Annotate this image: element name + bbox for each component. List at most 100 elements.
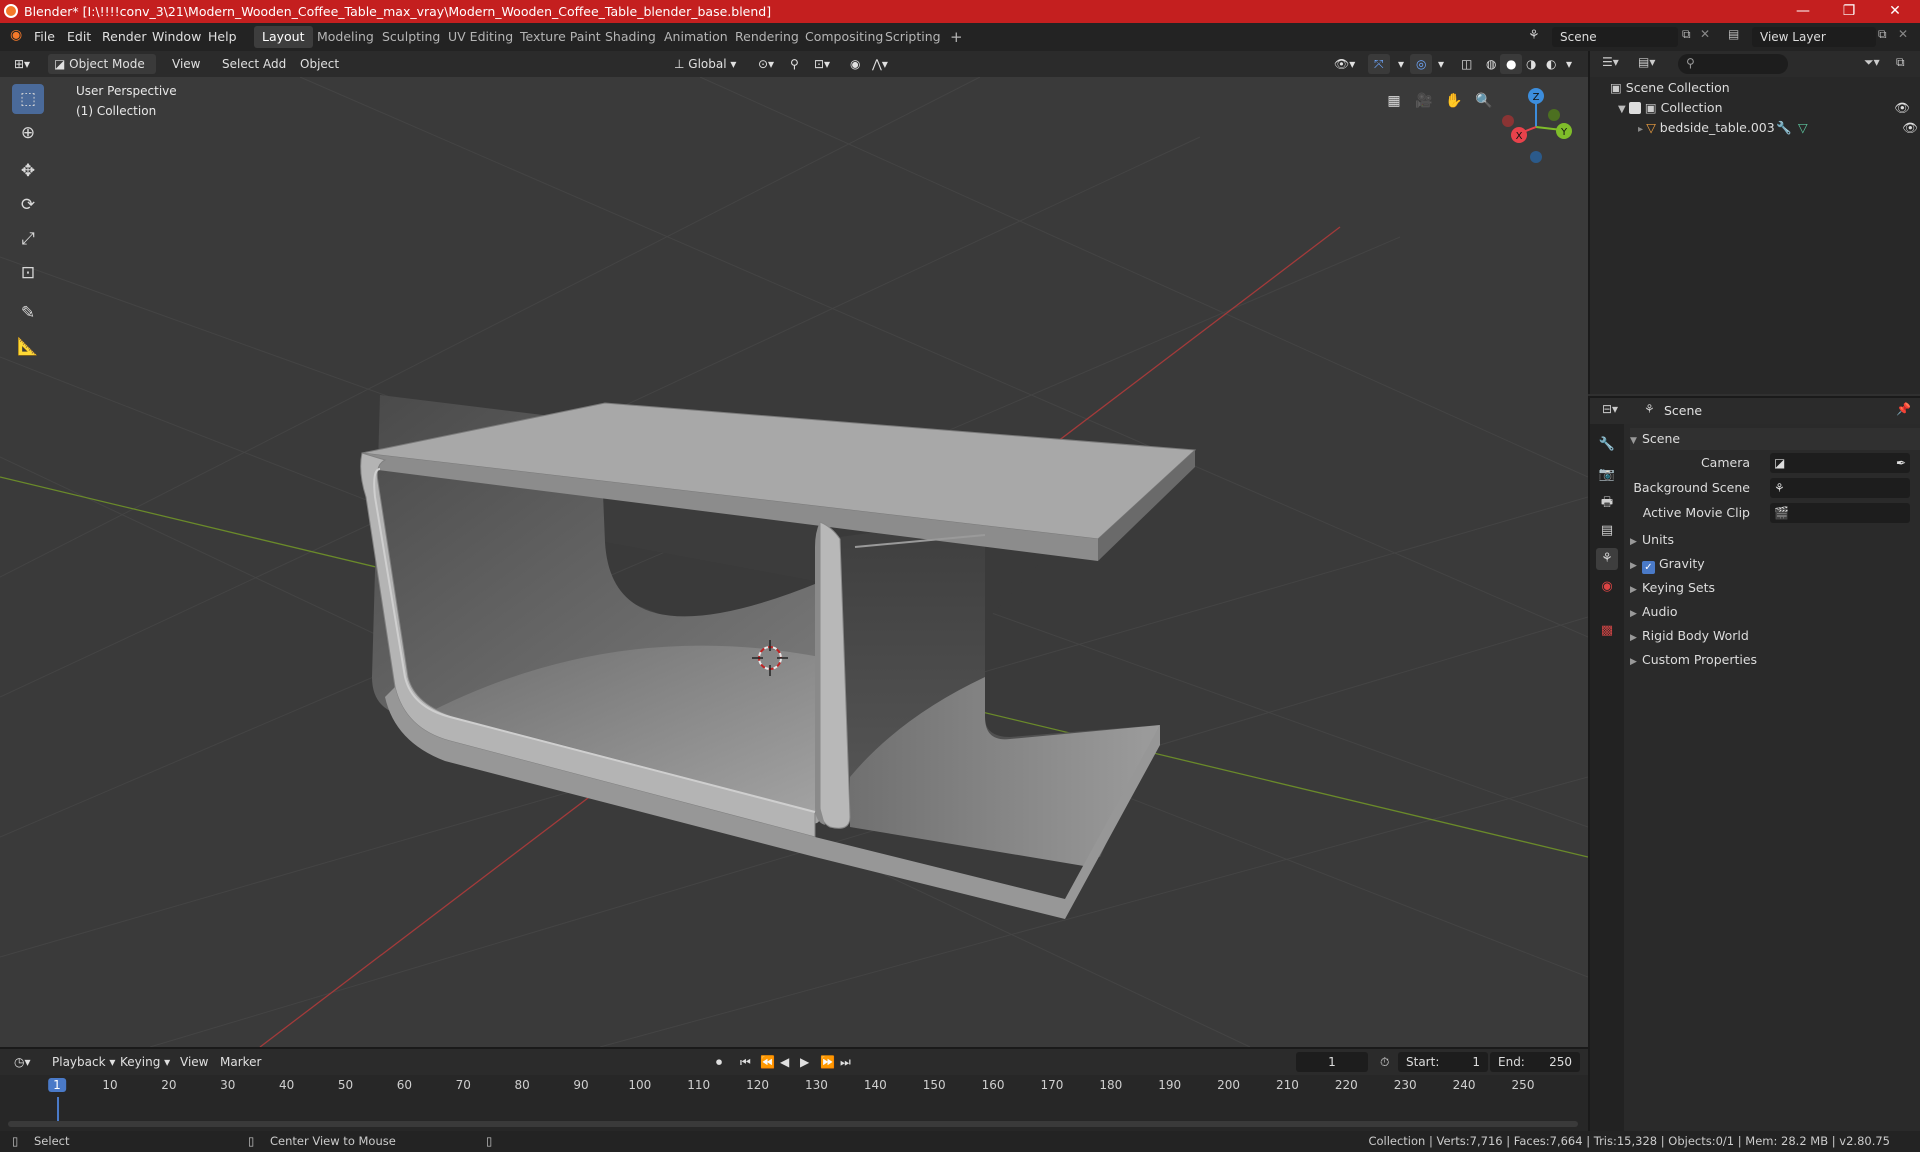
- scene-selector-icon[interactable]: ⚘: [1528, 28, 1540, 43]
- pivot-point-icon[interactable]: ⊙▾: [752, 54, 780, 74]
- visibility-icon[interactable]: 👁▾: [1328, 54, 1361, 74]
- object-visibility-icon[interactable]: 👁: [1902, 117, 1918, 139]
- annotate-tool-icon[interactable]: ✎: [12, 298, 44, 328]
- tab-shading[interactable]: Shading: [597, 26, 664, 48]
- transform-tool-icon[interactable]: ⊡: [12, 258, 44, 288]
- zoom-icon[interactable]: 🔍: [1472, 89, 1496, 113]
- select-box-tool-icon[interactable]: ⬚: [12, 84, 44, 114]
- gravity-section[interactable]: ▶ ✓ Gravity: [1630, 553, 1920, 575]
- keying-sets-section[interactable]: ▶ Keying Sets: [1630, 577, 1920, 599]
- play-reverse-icon[interactable]: ◀: [774, 1052, 795, 1072]
- close-button[interactable]: ✕: [1872, 0, 1918, 23]
- tab-animation[interactable]: Animation: [656, 26, 736, 48]
- rigid-body-world-section[interactable]: ▶ Rigid Body World: [1630, 625, 1920, 647]
- add-menu[interactable]: Add: [257, 54, 292, 74]
- scene-panel-header[interactable]: ▼ Scene: [1630, 428, 1920, 450]
- current-frame-field[interactable]: 1: [1296, 1052, 1368, 1072]
- gizmo-toggle-icon[interactable]: ⤧: [1368, 54, 1390, 74]
- keying-menu[interactable]: Keying ▾: [114, 1052, 176, 1072]
- delete-scene-icon[interactable]: ✕: [1700, 27, 1710, 41]
- new-collection-icon[interactable]: ⧉: [1896, 55, 1905, 70]
- menu-render[interactable]: Render: [102, 29, 147, 44]
- transform-orientation-dropdown[interactable]: ⊥ Global ▾: [668, 54, 742, 74]
- camera-field[interactable]: ◪ ✒: [1770, 453, 1910, 473]
- jump-end-icon[interactable]: ⏭: [834, 1052, 857, 1072]
- grid-view-icon[interactable]: ▦: [1382, 89, 1406, 113]
- pan-hand-icon[interactable]: ✋: [1442, 89, 1466, 113]
- play-icon[interactable]: ▶: [794, 1052, 815, 1072]
- object-menu[interactable]: Object: [294, 54, 345, 74]
- 3d-viewport[interactable]: Z Y X User Perspective (1) Collection ▦ …: [0, 77, 1588, 1047]
- view-layer-tab-icon[interactable]: ▤: [1596, 520, 1618, 542]
- falloff-icon[interactable]: ⋀▾: [866, 54, 894, 74]
- menu-window[interactable]: Window: [152, 29, 201, 44]
- outliner-editor-type-icon[interactable]: ☰▾: [1602, 55, 1619, 69]
- view-layer-field[interactable]: View Layer: [1752, 27, 1876, 47]
- start-frame-field[interactable]: Start: 1: [1398, 1052, 1488, 1072]
- delete-view-layer-icon[interactable]: ✕: [1898, 27, 1908, 41]
- camera-view-icon[interactable]: 🎥: [1412, 89, 1436, 113]
- world-tab-icon[interactable]: ◉: [1596, 576, 1618, 598]
- gravity-checkbox[interactable]: ✓: [1642, 561, 1655, 574]
- marker-menu[interactable]: Marker: [214, 1052, 267, 1072]
- overlays-dropdown-icon[interactable]: ▾: [1432, 54, 1450, 74]
- move-tool-icon[interactable]: ✥: [12, 156, 44, 186]
- tab-sculpting[interactable]: Sculpting: [374, 26, 448, 48]
- tab-scripting[interactable]: Scripting: [877, 26, 949, 48]
- mesh-data-icon[interactable]: ▽: [1798, 117, 1808, 139]
- overlays-toggle-icon[interactable]: ◎: [1410, 54, 1433, 74]
- outliner-item-collection[interactable]: ▼ ▣ Collection 👁: [1618, 97, 1918, 119]
- table-model[interactable]: [360, 395, 1197, 919]
- expand-object-icon[interactable]: ▸: [1638, 124, 1646, 135]
- scene-field[interactable]: Scene: [1552, 27, 1678, 47]
- properties-editor-type-icon[interactable]: ⊟▾: [1602, 402, 1618, 416]
- record-icon[interactable]: ⏺: [710, 1052, 728, 1072]
- scale-tool-icon[interactable]: ⤢: [12, 224, 44, 254]
- editor-type-icon[interactable]: ⊞▾: [8, 54, 36, 74]
- timeline-view-menu[interactable]: View: [174, 1052, 214, 1072]
- minimize-button[interactable]: —: [1780, 0, 1826, 23]
- timeline-editor-type-icon[interactable]: ◷▾: [8, 1052, 37, 1072]
- render-tab-icon[interactable]: 📷: [1596, 464, 1618, 486]
- proportional-edit-icon[interactable]: ◉: [844, 54, 866, 74]
- tool-tab-icon[interactable]: 🔧: [1596, 434, 1618, 456]
- snap-icon[interactable]: ⚲: [784, 54, 805, 74]
- menu-help[interactable]: Help: [208, 29, 237, 44]
- gizmo-dropdown-icon[interactable]: ▾: [1392, 54, 1410, 74]
- maximize-button[interactable]: ❐: [1826, 0, 1872, 23]
- audio-section[interactable]: ▶ Audio: [1630, 601, 1920, 623]
- outliner-item-scene-collection[interactable]: ▣ Scene Collection: [1610, 77, 1730, 99]
- eyedropper-icon[interactable]: ✒: [1896, 453, 1906, 473]
- background-scene-field[interactable]: ⚘: [1770, 478, 1910, 498]
- rotate-tool-icon[interactable]: ⟳: [12, 190, 44, 220]
- mode-dropdown[interactable]: ◪ Object Mode ▾: [48, 54, 156, 91]
- view-layer-icon[interactable]: ▤: [1728, 27, 1739, 41]
- active-movie-clip-field[interactable]: 🎬: [1770, 503, 1910, 523]
- xray-icon[interactable]: ◫: [1455, 54, 1478, 74]
- collection-checkbox-icon[interactable]: [1628, 102, 1641, 114]
- output-tab-icon[interactable]: 🖶: [1596, 492, 1618, 514]
- new-scene-icon[interactable]: ⧉: [1682, 27, 1691, 42]
- timeline-scrollbar[interactable]: [8, 1121, 1578, 1127]
- shading-dropdown-icon[interactable]: ▾: [1560, 54, 1578, 74]
- add-workspace-button[interactable]: +: [942, 26, 971, 48]
- blender-menu-icon[interactable]: ◉: [10, 27, 22, 43]
- playback-menu[interactable]: Playback ▾: [46, 1052, 121, 1072]
- collection-visibility-icon[interactable]: 👁: [1894, 97, 1910, 119]
- measure-tool-icon[interactable]: 📐: [12, 332, 44, 362]
- modifier-wrench-icon[interactable]: 🔧: [1776, 117, 1792, 139]
- view-menu[interactable]: View: [166, 54, 206, 74]
- custom-properties-section[interactable]: ▶ Custom Properties: [1630, 649, 1920, 671]
- outliner-search-input[interactable]: ⚲: [1678, 54, 1788, 74]
- end-frame-field[interactable]: End: 250: [1490, 1052, 1580, 1072]
- menu-file[interactable]: File: [34, 29, 55, 44]
- tab-layout[interactable]: Layout: [254, 26, 313, 48]
- tab-modeling[interactable]: Modeling: [309, 26, 382, 48]
- snap-target-icon[interactable]: ⊡▾: [808, 54, 836, 74]
- menu-edit[interactable]: Edit: [67, 29, 91, 44]
- stopwatch-icon[interactable]: ⏱: [1374, 1052, 1395, 1072]
- tab-rendering[interactable]: Rendering: [727, 26, 807, 48]
- expand-collection-icon[interactable]: ▼: [1618, 104, 1629, 115]
- pin-icon[interactable]: 📌: [1896, 402, 1911, 416]
- scene-tab-icon[interactable]: ⚘: [1596, 548, 1618, 570]
